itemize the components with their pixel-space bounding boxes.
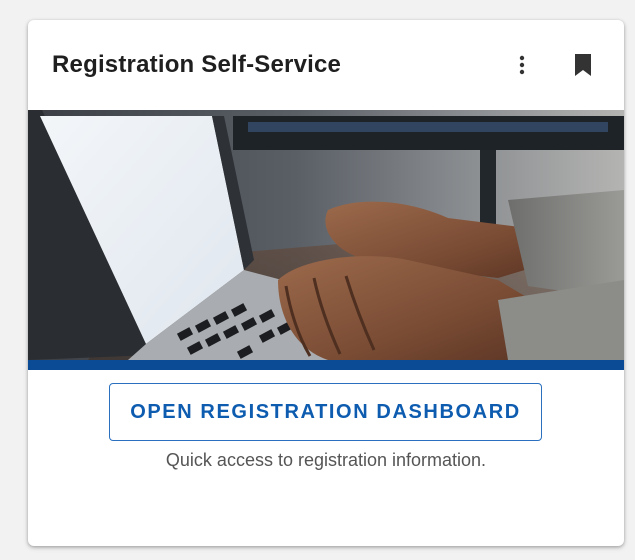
bookmark-button[interactable] [569, 48, 597, 82]
bookmark-icon [575, 54, 591, 76]
card-title: Registration Self-Service [52, 51, 342, 78]
accent-band [28, 360, 624, 370]
registration-card: Registration Self-Service OPEN REGISTRAT… [28, 20, 624, 546]
more-vert-icon [519, 55, 525, 75]
more-options-button[interactable] [508, 48, 536, 82]
open-registration-dashboard-button[interactable]: OPEN REGISTRATION DASHBOARD [109, 383, 542, 441]
card-header: Registration Self-Service [28, 20, 624, 110]
card-description: Quick access to registration information… [165, 450, 487, 470]
hero-image [28, 110, 624, 360]
laptop-typing-illustration [28, 110, 624, 360]
